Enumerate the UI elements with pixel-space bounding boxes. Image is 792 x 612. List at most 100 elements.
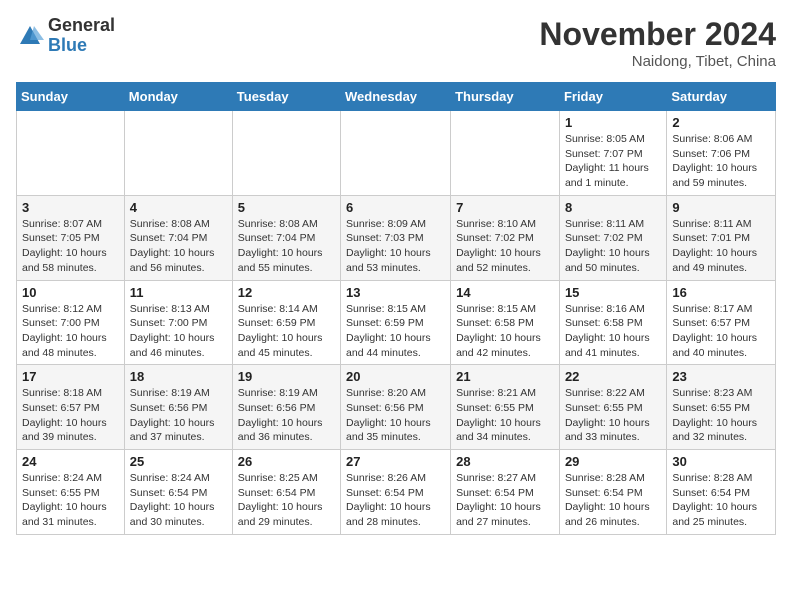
day-number: 20: [346, 369, 445, 384]
day-number: 19: [238, 369, 335, 384]
calendar-cell: 13 Sunrise: 8:15 AMSunset: 6:59 PMDayligh…: [341, 280, 451, 365]
calendar-cell: 16Sunrise: 8:17 AMSunset: 6:57 PMDayligh…: [667, 280, 776, 365]
calendar-cell: [232, 111, 340, 196]
day-number: 18: [130, 369, 227, 384]
calendar-cell: 30Sunrise: 8:28 AMSunset: 6:54 PMDayligh…: [667, 450, 776, 535]
calendar-cell: 18 Sunrise: 8:19 AMSunset: 6:56 PMDayligh…: [124, 365, 232, 450]
day-number: 29: [565, 454, 661, 469]
day-number: 24: [22, 454, 119, 469]
logo-blue: Blue: [48, 36, 115, 56]
header-cell: Thursday: [451, 83, 560, 111]
day-info: Sunrise: 8:08 AMSunset: 7:04 PMDaylight:…: [238, 217, 335, 276]
calendar-week: 24Sunrise: 8:24 AMSunset: 6:55 PMDayligh…: [17, 450, 776, 535]
calendar-cell: 22Sunrise: 8:22 AMSunset: 6:55 PMDayligh…: [559, 365, 666, 450]
header-cell: Tuesday: [232, 83, 340, 111]
calendar-cell: 6 Sunrise: 8:09 AMSunset: 7:03 PMDaylight…: [341, 195, 451, 280]
calendar-week: 10 Sunrise: 8:12 AMSunset: 7:00 PMDayligh…: [17, 280, 776, 365]
calendar-cell: 9Sunrise: 8:11 AMSunset: 7:01 PMDaylight…: [667, 195, 776, 280]
calendar-cell: 15 Sunrise: 8:16 AMSunset: 6:58 PMDayligh…: [559, 280, 666, 365]
day-info: Sunrise: 8:25 AMSunset: 6:54 PMDaylight:…: [238, 471, 335, 530]
calendar-week: 17 Sunrise: 8:18 AMSunset: 6:57 PMDayligh…: [17, 365, 776, 450]
calendar-cell: 17 Sunrise: 8:18 AMSunset: 6:57 PMDayligh…: [17, 365, 125, 450]
day-number: 27: [346, 454, 445, 469]
day-info: Sunrise: 8:10 AMSunset: 7:02 PMDaylight:…: [456, 217, 554, 276]
calendar-cell: 2 Sunrise: 8:06 AMSunset: 7:06 PMDaylight…: [667, 111, 776, 196]
day-number: 13: [346, 285, 445, 300]
day-number: 28: [456, 454, 554, 469]
logo-text: General Blue: [48, 16, 115, 56]
calendar-cell: 14 Sunrise: 8:15 AMSunset: 6:58 PMDayligh…: [451, 280, 560, 365]
day-info: Sunrise: 8:15 AMSunset: 6:59 PMDaylight:…: [346, 302, 445, 361]
day-info: Sunrise: 8:08 AMSunset: 7:04 PMDaylight:…: [130, 217, 227, 276]
logo-general: General: [48, 16, 115, 36]
calendar-cell: 25Sunrise: 8:24 AMSunset: 6:54 PMDayligh…: [124, 450, 232, 535]
calendar-cell: 5Sunrise: 8:08 AMSunset: 7:04 PMDaylight…: [232, 195, 340, 280]
day-number: 9: [672, 200, 770, 215]
day-number: 30: [672, 454, 770, 469]
day-info: Sunrise: 8:19 AMSunset: 6:56 PMDaylight:…: [130, 386, 227, 445]
day-info: Sunrise: 8:28 AMSunset: 6:54 PMDaylight:…: [565, 471, 661, 530]
day-number: 12: [238, 285, 335, 300]
calendar-cell: 23 Sunrise: 8:23 AMSunset: 6:55 PMDayligh…: [667, 365, 776, 450]
day-info: Sunrise: 8:21 AMSunset: 6:55 PMDaylight:…: [456, 386, 554, 445]
month-title: November 2024: [539, 16, 776, 53]
calendar-cell: 28 Sunrise: 8:27 AMSunset: 6:54 PMDayligh…: [451, 450, 560, 535]
header-cell: Wednesday: [341, 83, 451, 111]
day-info: Sunrise: 8:18 AMSunset: 6:57 PMDaylight:…: [22, 386, 119, 445]
calendar-cell: 26 Sunrise: 8:25 AMSunset: 6:54 PMDayligh…: [232, 450, 340, 535]
calendar-cell: [341, 111, 451, 196]
day-number: 23: [672, 369, 770, 384]
logo: General Blue: [16, 16, 115, 56]
calendar-cell: 7 Sunrise: 8:10 AMSunset: 7:02 PMDaylight…: [451, 195, 560, 280]
day-info: Sunrise: 8:07 AMSunset: 7:05 PMDaylight:…: [22, 217, 119, 276]
day-info: Sunrise: 8:23 AMSunset: 6:55 PMDaylight:…: [672, 386, 770, 445]
day-number: 1: [565, 115, 661, 130]
day-number: 22: [565, 369, 661, 384]
day-number: 14: [456, 285, 554, 300]
header-cell: Friday: [559, 83, 666, 111]
calendar-table: SundayMondayTuesdayWednesdayThursdayFrid…: [16, 82, 776, 535]
calendar-week: 1Sunrise: 8:05 AMSunset: 7:07 PMDaylight…: [17, 111, 776, 196]
day-info: Sunrise: 8:15 AMSunset: 6:58 PMDaylight:…: [456, 302, 554, 361]
day-number: 17: [22, 369, 119, 384]
day-number: 2: [672, 115, 770, 130]
calendar-week: 3 Sunrise: 8:07 AMSunset: 7:05 PMDaylight…: [17, 195, 776, 280]
calendar-cell: 11 Sunrise: 8:13 AMSunset: 7:00 PMDayligh…: [124, 280, 232, 365]
day-info: Sunrise: 8:20 AMSunset: 6:56 PMDaylight:…: [346, 386, 445, 445]
calendar-cell: 10 Sunrise: 8:12 AMSunset: 7:00 PMDayligh…: [17, 280, 125, 365]
calendar-cell: 4Sunrise: 8:08 AMSunset: 7:04 PMDaylight…: [124, 195, 232, 280]
day-info: Sunrise: 8:16 AMSunset: 6:58 PMDaylight:…: [565, 302, 661, 361]
day-info: Sunrise: 8:14 AMSunset: 6:59 PMDaylight:…: [238, 302, 335, 361]
day-info: Sunrise: 8:24 AMSunset: 6:54 PMDaylight:…: [130, 471, 227, 530]
calendar-cell: [17, 111, 125, 196]
day-number: 15: [565, 285, 661, 300]
day-number: 3: [22, 200, 119, 215]
calendar-cell: 20 Sunrise: 8:20 AMSunset: 6:56 PMDayligh…: [341, 365, 451, 450]
day-info: Sunrise: 8:26 AMSunset: 6:54 PMDaylight:…: [346, 471, 445, 530]
day-number: 7: [456, 200, 554, 215]
day-number: 26: [238, 454, 335, 469]
day-info: Sunrise: 8:19 AMSunset: 6:56 PMDaylight:…: [238, 386, 335, 445]
page-header: General Blue November 2024 Naidong, Tibe…: [16, 16, 776, 70]
day-number: 11: [130, 285, 227, 300]
day-info: Sunrise: 8:13 AMSunset: 7:00 PMDaylight:…: [130, 302, 227, 361]
day-info: Sunrise: 8:09 AMSunset: 7:03 PMDaylight:…: [346, 217, 445, 276]
calendar-cell: 27 Sunrise: 8:26 AMSunset: 6:54 PMDayligh…: [341, 450, 451, 535]
day-number: 8: [565, 200, 661, 215]
title-block: November 2024 Naidong, Tibet, China: [539, 16, 776, 70]
day-number: 10: [22, 285, 119, 300]
day-info: Sunrise: 8:27 AMSunset: 6:54 PMDaylight:…: [456, 471, 554, 530]
calendar-cell: 19 Sunrise: 8:19 AMSunset: 6:56 PMDayligh…: [232, 365, 340, 450]
header-cell: Saturday: [667, 83, 776, 111]
day-info: Sunrise: 8:12 AMSunset: 7:00 PMDaylight:…: [22, 302, 119, 361]
calendar-body: 1Sunrise: 8:05 AMSunset: 7:07 PMDaylight…: [17, 111, 776, 535]
day-info: Sunrise: 8:06 AMSunset: 7:06 PMDaylight:…: [672, 132, 770, 191]
header-cell: Sunday: [17, 83, 125, 111]
day-number: 16: [672, 285, 770, 300]
calendar-cell: 3 Sunrise: 8:07 AMSunset: 7:05 PMDaylight…: [17, 195, 125, 280]
day-number: 21: [456, 369, 554, 384]
day-number: 6: [346, 200, 445, 215]
calendar-cell: [451, 111, 560, 196]
logo-icon: [16, 22, 44, 50]
location: Naidong, Tibet, China: [539, 53, 776, 70]
